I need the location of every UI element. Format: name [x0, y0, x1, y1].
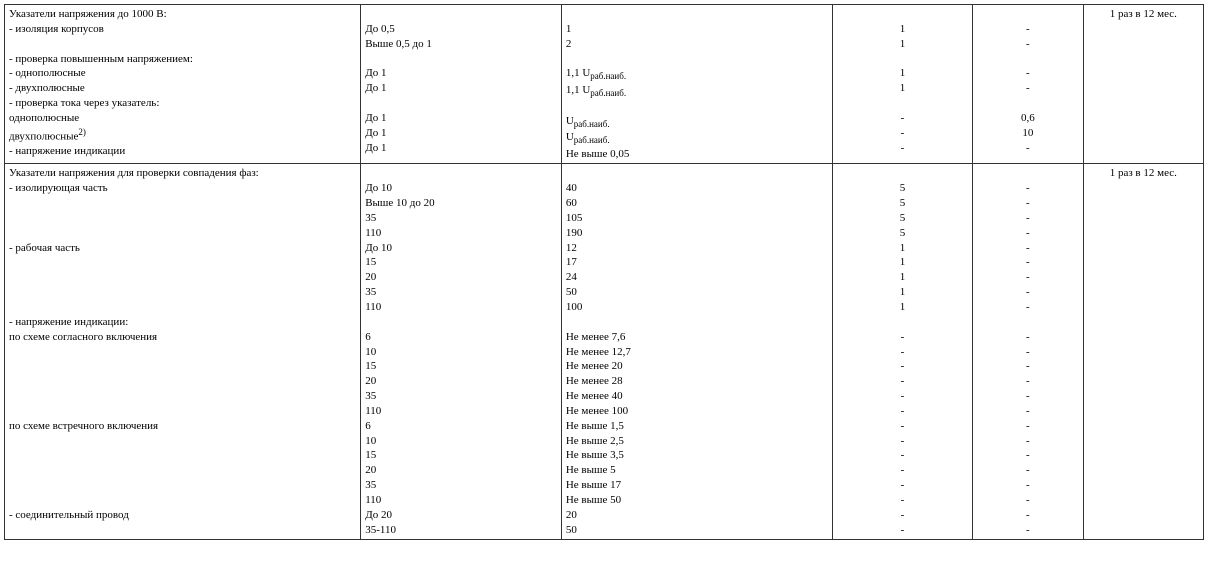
description-cell: Указатели напряжения до 1000 В:- изоляци…	[5, 5, 361, 164]
condition-cell: До 10Выше 10 до 2035110До 10152035110 61…	[361, 164, 562, 540]
test-1-cell: 11 11 ---	[832, 5, 972, 164]
periodicity-cell: 1 раз в 12 мес.	[1083, 164, 1203, 540]
condition-cell: До 0,5Выше 0,5 до 1 До 1До 1 До 1До 1До …	[361, 5, 562, 164]
value-cell: 406010519012172450100 Не менее 7,6Не мен…	[561, 164, 832, 540]
document-page: Указатели напряжения до 1000 В:- изоляци…	[0, 0, 1208, 544]
test-2-cell: --------- --------------	[973, 164, 1083, 540]
test-2-cell: -- -- 0,610-	[973, 5, 1083, 164]
value-cell: 12 1,1 Uраб.наиб.1,1 Uраб.наиб. Uраб.наи…	[561, 5, 832, 164]
table-row: Указатели напряжения до 1000 В:- изоляци…	[5, 5, 1204, 164]
description-cell: Указатели напряжения для проверки совпад…	[5, 164, 361, 540]
table-row: Указатели напряжения для проверки совпад…	[5, 164, 1204, 540]
test-1-cell: 555511111 --------------	[832, 164, 972, 540]
periodicity-cell: 1 раз в 12 мес.	[1083, 5, 1203, 164]
parameters-table: Указатели напряжения до 1000 В:- изоляци…	[4, 4, 1204, 540]
